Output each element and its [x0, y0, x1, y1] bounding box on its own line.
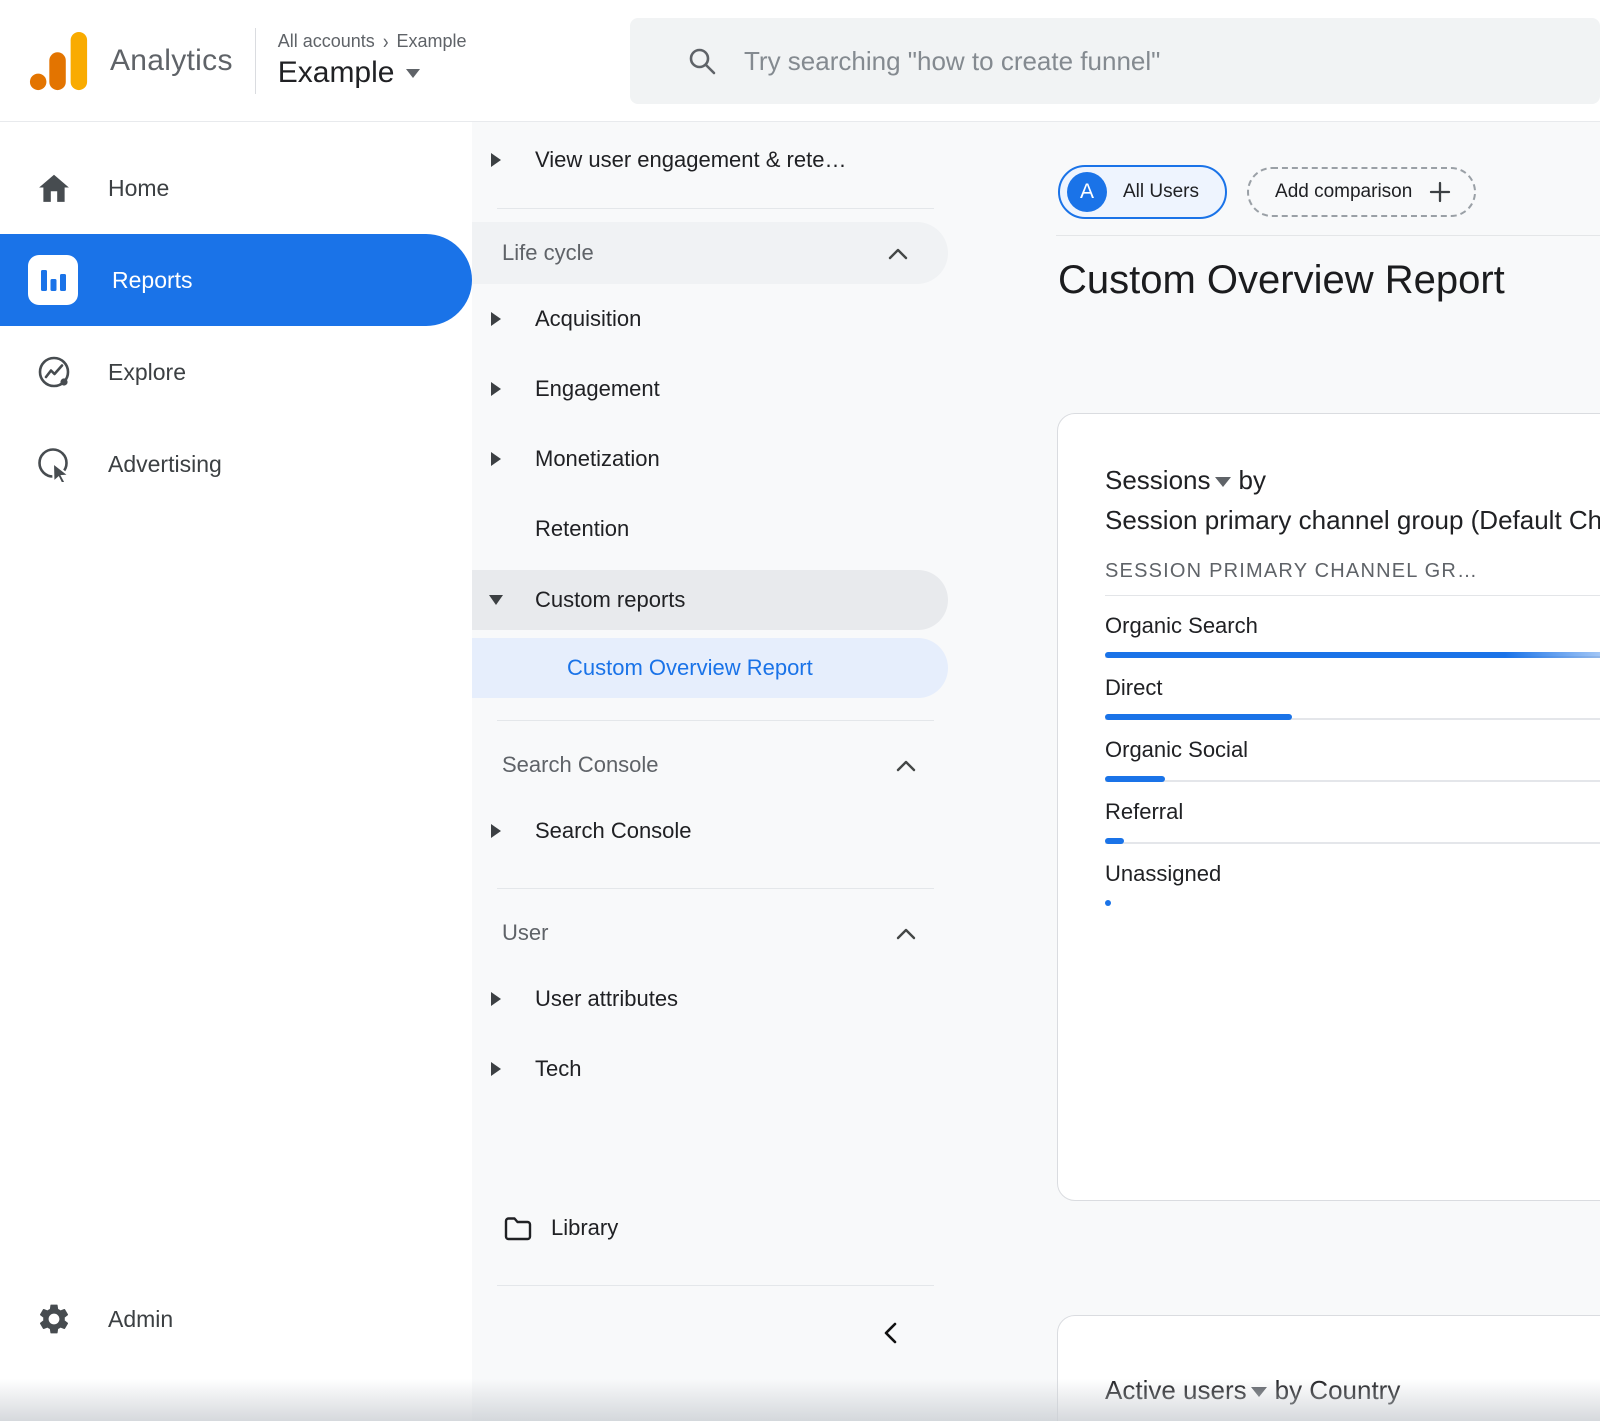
table-row[interactable]: Unassigned	[1105, 860, 1600, 906]
nav-item-monetization[interactable]: Monetization	[472, 424, 956, 494]
sidebar-item-admin[interactable]: Admin	[0, 1273, 472, 1365]
bar-track	[1105, 714, 1600, 720]
nav-item-view-user-engagement[interactable]: View user engagement & rete…	[472, 134, 956, 186]
nav-item-library[interactable]: Library	[472, 1193, 956, 1263]
bar-track	[1105, 900, 1600, 906]
report-nav-panel: View user engagement & rete… Life cycle …	[472, 122, 956, 1421]
nav-section-search-console[interactable]: Search Console	[472, 734, 956, 796]
sidebar-item-reports[interactable]: Reports	[0, 234, 472, 326]
google-analytics-logo-icon	[28, 30, 90, 92]
active-users-by-country-card: Active users by Country	[1057, 1315, 1600, 1421]
expand-arrow-icon[interactable]	[489, 153, 503, 167]
comparison-bar: A All Users Add comparison	[956, 122, 1600, 219]
sidebar-item-advertising[interactable]: Advertising	[0, 418, 472, 510]
card-metric-header: Active users by Country	[1105, 1374, 1600, 1406]
chevron-left-collapse-icon[interactable]	[878, 1319, 904, 1347]
search-icon	[686, 45, 718, 77]
chevron-down-icon[interactable]	[1251, 1387, 1267, 1397]
table-header-divider	[1105, 595, 1600, 596]
sessions-bar	[1105, 900, 1111, 906]
folder-icon	[503, 1215, 533, 1242]
expand-arrow-icon[interactable]	[489, 824, 503, 838]
analytics-logo[interactable]: Analytics	[0, 30, 233, 92]
sessions-by-channel-card: Sessions by Session primary channel grou…	[1057, 413, 1600, 1201]
card-metric-header: Sessions by	[1105, 464, 1600, 496]
nav-item-retention[interactable]: Retention	[472, 494, 956, 564]
expand-arrow-icon[interactable]	[489, 1062, 503, 1076]
nav-item-tech[interactable]: Tech	[472, 1034, 956, 1104]
card-dimension-header: Session primary channel group (Default C…	[1105, 504, 1600, 536]
breadcrumb-separator-icon: ›	[383, 29, 389, 54]
breadcrumb-property[interactable]: Example	[396, 31, 466, 52]
nav-item-acquisition[interactable]: Acquisition	[472, 284, 956, 354]
expand-arrow-icon[interactable]	[489, 992, 503, 1006]
chevron-up-icon[interactable]	[896, 927, 916, 940]
metric-selector[interactable]: Active users	[1105, 1374, 1247, 1406]
collapse-arrow-icon[interactable]	[489, 595, 503, 605]
table-row[interactable]: Organic Social	[1105, 736, 1600, 782]
bar-track	[1105, 652, 1600, 658]
account-property-switcher[interactable]: All accounts › Example Example	[278, 31, 467, 90]
nav-section-user[interactable]: User	[472, 902, 956, 964]
header-divider	[1056, 235, 1600, 236]
explore-icon	[34, 354, 74, 390]
primary-sidebar: Home Reports	[0, 122, 472, 1421]
nav-divider	[497, 1285, 934, 1286]
plus-icon	[1428, 180, 1452, 204]
nav-section-life-cycle[interactable]: Life cycle	[472, 222, 948, 284]
sessions-bar	[1105, 776, 1165, 782]
search-input[interactable]	[744, 46, 1600, 77]
nav-item-custom-overview-report[interactable]: Custom Overview Report	[472, 638, 948, 698]
nav-divider	[497, 720, 934, 721]
chevron-up-icon[interactable]	[888, 247, 908, 260]
metric-selector[interactable]: Sessions	[1105, 464, 1211, 496]
topbar-divider	[255, 28, 256, 94]
chevron-down-icon[interactable]	[1215, 477, 1231, 487]
nav-divider	[497, 888, 934, 889]
nav-item-user-attributes[interactable]: User attributes	[472, 964, 956, 1034]
sidebar-item-explore[interactable]: Explore	[0, 326, 472, 418]
nav-item-custom-reports[interactable]: Custom reports	[472, 570, 948, 630]
add-comparison-button[interactable]: Add comparison	[1247, 167, 1476, 217]
breadcrumb: All accounts › Example	[278, 31, 467, 52]
table-row[interactable]: Direct	[1105, 674, 1600, 720]
expand-arrow-icon[interactable]	[489, 312, 503, 326]
breadcrumb-accounts[interactable]: All accounts	[278, 31, 375, 52]
nav-collapse-row	[472, 1302, 956, 1364]
product-name: Analytics	[110, 44, 233, 78]
sessions-bar	[1105, 652, 1600, 658]
home-icon	[34, 171, 74, 205]
all-users-chip[interactable]: A All Users	[1058, 165, 1227, 219]
expand-arrow-icon[interactable]	[489, 452, 503, 466]
sessions-bar	[1105, 714, 1292, 720]
top-app-bar: Analytics All accounts › Example Example	[0, 0, 1600, 122]
sidebar-item-home[interactable]: Home	[0, 142, 472, 234]
table-row[interactable]: Referral	[1105, 798, 1600, 844]
bar-track	[1105, 776, 1600, 782]
gear-icon	[34, 1301, 74, 1337]
nav-item-engagement[interactable]: Engagement	[472, 354, 956, 424]
chevron-down-icon	[406, 69, 420, 78]
nav-divider	[497, 208, 934, 209]
nav-item-search-console[interactable]: Search Console	[472, 796, 956, 866]
report-main-area: A All Users Add comparison Custom Overvi…	[956, 122, 1600, 1421]
advertising-icon	[34, 446, 74, 482]
ga4-app: Analytics All accounts › Example Example	[0, 0, 1600, 1421]
sessions-bar	[1105, 838, 1124, 844]
expand-arrow-icon[interactable]	[489, 382, 503, 396]
chevron-up-icon[interactable]	[896, 759, 916, 772]
property-selector[interactable]: Example	[278, 56, 467, 90]
bar-track	[1105, 838, 1600, 844]
dimension-column-header[interactable]: SESSION PRIMARY CHANNEL GR…	[1105, 560, 1600, 583]
global-search[interactable]	[630, 18, 1600, 104]
table-row[interactable]: Organic Search	[1105, 612, 1600, 658]
reports-icon	[28, 255, 78, 305]
page-title: Custom Overview Report	[1058, 258, 1600, 303]
audience-avatar: A	[1067, 172, 1107, 212]
